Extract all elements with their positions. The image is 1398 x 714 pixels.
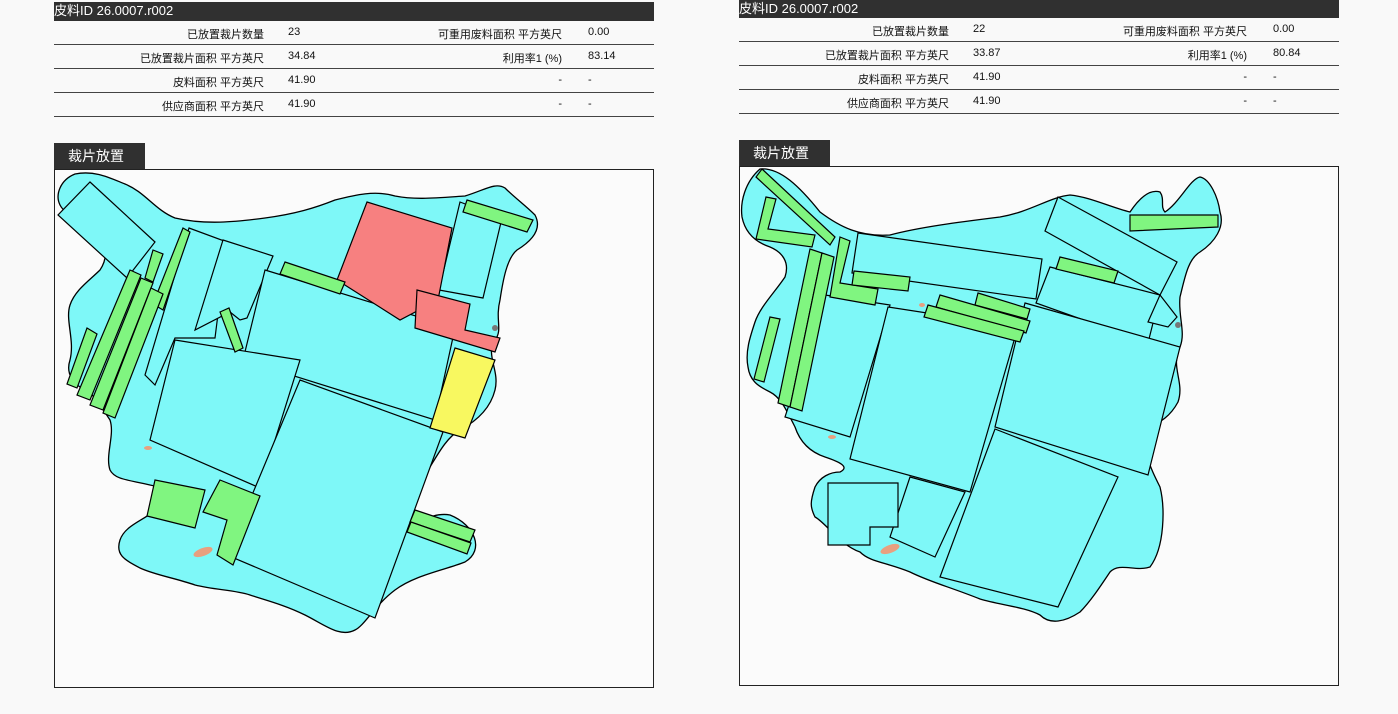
nesting-report-right: 皮料ID 26.0007.r002 已放置裁片数量 22 可重用废料面积 平方英… bbox=[739, 0, 1339, 686]
stat-label: 可重用废料面积 平方英尺 bbox=[437, 29, 562, 41]
stat-value: 34.84 bbox=[288, 50, 316, 62]
stat-label: 利用率1 (%) bbox=[502, 53, 562, 65]
stat-row: 已放置裁片面积 平方英尺 33.87 利用率1 (%) 80.84 bbox=[739, 42, 1339, 66]
hide-id-title: 皮料ID 26.0007.r002 bbox=[54, 2, 654, 21]
stat-value: 23 bbox=[288, 26, 301, 38]
stat-label: - bbox=[558, 98, 562, 110]
stat-row: 供应商面积 平方英尺 41.90 - - bbox=[739, 90, 1339, 114]
stat-value: 41.90 bbox=[973, 95, 1001, 107]
stat-label: 已放置裁片面积 平方英尺 bbox=[824, 50, 949, 62]
stat-label: - bbox=[1243, 71, 1247, 83]
nesting-report-left: 皮料ID 26.0007.r002 已放置裁片数量 23 可重用废料面积 平方英… bbox=[54, 0, 654, 688]
tab-piece-placement[interactable]: 裁片放置 bbox=[739, 140, 830, 166]
stat-label: 供应商面积 平方英尺 bbox=[161, 101, 264, 113]
stat-label: - bbox=[1243, 95, 1247, 107]
stat-value: 80.84 bbox=[1273, 47, 1301, 59]
stat-label: 已放置裁片面积 平方英尺 bbox=[139, 53, 264, 65]
stats-table: 已放置裁片数量 23 可重用废料面积 平方英尺 0.00 已放置裁片面积 平方英… bbox=[54, 21, 654, 117]
stat-row: 供应商面积 平方英尺 41.90 - - bbox=[54, 93, 654, 117]
stat-value: 83.14 bbox=[588, 50, 616, 62]
stat-row: 皮料面积 平方英尺 41.90 - - bbox=[54, 69, 654, 93]
stat-value: 41.90 bbox=[288, 74, 316, 86]
stat-label: 皮料面积 平方英尺 bbox=[857, 74, 949, 86]
placement-canvas[interactable] bbox=[739, 166, 1339, 686]
stat-label: 供应商面积 平方英尺 bbox=[846, 98, 949, 110]
defect-mark bbox=[919, 303, 925, 307]
stat-value: - bbox=[1273, 95, 1277, 107]
stat-value: - bbox=[588, 98, 592, 110]
stat-value: 22 bbox=[973, 23, 986, 35]
placement-drawing bbox=[57, 172, 539, 634]
stat-label: - bbox=[558, 74, 562, 86]
stat-row: 已放置裁片面积 平方英尺 34.84 利用率1 (%) 83.14 bbox=[54, 45, 654, 69]
stats-table: 已放置裁片数量 22 可重用废料面积 平方英尺 0.00 已放置裁片面积 平方英… bbox=[739, 18, 1339, 114]
placement-canvas[interactable] bbox=[54, 169, 654, 688]
tab-piece-placement[interactable]: 裁片放置 bbox=[54, 143, 145, 169]
stat-label: 利用率1 (%) bbox=[1187, 50, 1247, 62]
stat-value: 41.90 bbox=[973, 71, 1001, 83]
stat-value: 33.87 bbox=[973, 47, 1001, 59]
stat-label: 已放置裁片数量 bbox=[872, 26, 949, 38]
stat-value: 0.00 bbox=[588, 26, 610, 38]
stat-value: 41.90 bbox=[288, 98, 316, 110]
stat-value: - bbox=[1273, 71, 1277, 83]
stat-label: 可重用废料面积 平方英尺 bbox=[1122, 26, 1247, 38]
defect-dot bbox=[492, 325, 498, 331]
placement-drawing bbox=[740, 168, 1222, 622]
stat-label: 皮料面积 平方英尺 bbox=[172, 77, 264, 89]
defect-mark bbox=[828, 435, 836, 439]
stat-value: - bbox=[588, 74, 592, 86]
stat-row: 皮料面积 平方英尺 41.90 - - bbox=[739, 66, 1339, 90]
stat-row: 已放置裁片数量 23 可重用废料面积 平方英尺 0.00 bbox=[54, 21, 654, 45]
hide-id-title: 皮料ID 26.0007.r002 bbox=[739, 0, 1339, 18]
stat-label: 已放置裁片数量 bbox=[187, 29, 264, 41]
defect-dot bbox=[1175, 322, 1181, 328]
stat-row: 已放置裁片数量 22 可重用废料面积 平方英尺 0.00 bbox=[739, 18, 1339, 42]
stat-value: 0.00 bbox=[1273, 23, 1295, 35]
defect-mark bbox=[144, 446, 152, 450]
